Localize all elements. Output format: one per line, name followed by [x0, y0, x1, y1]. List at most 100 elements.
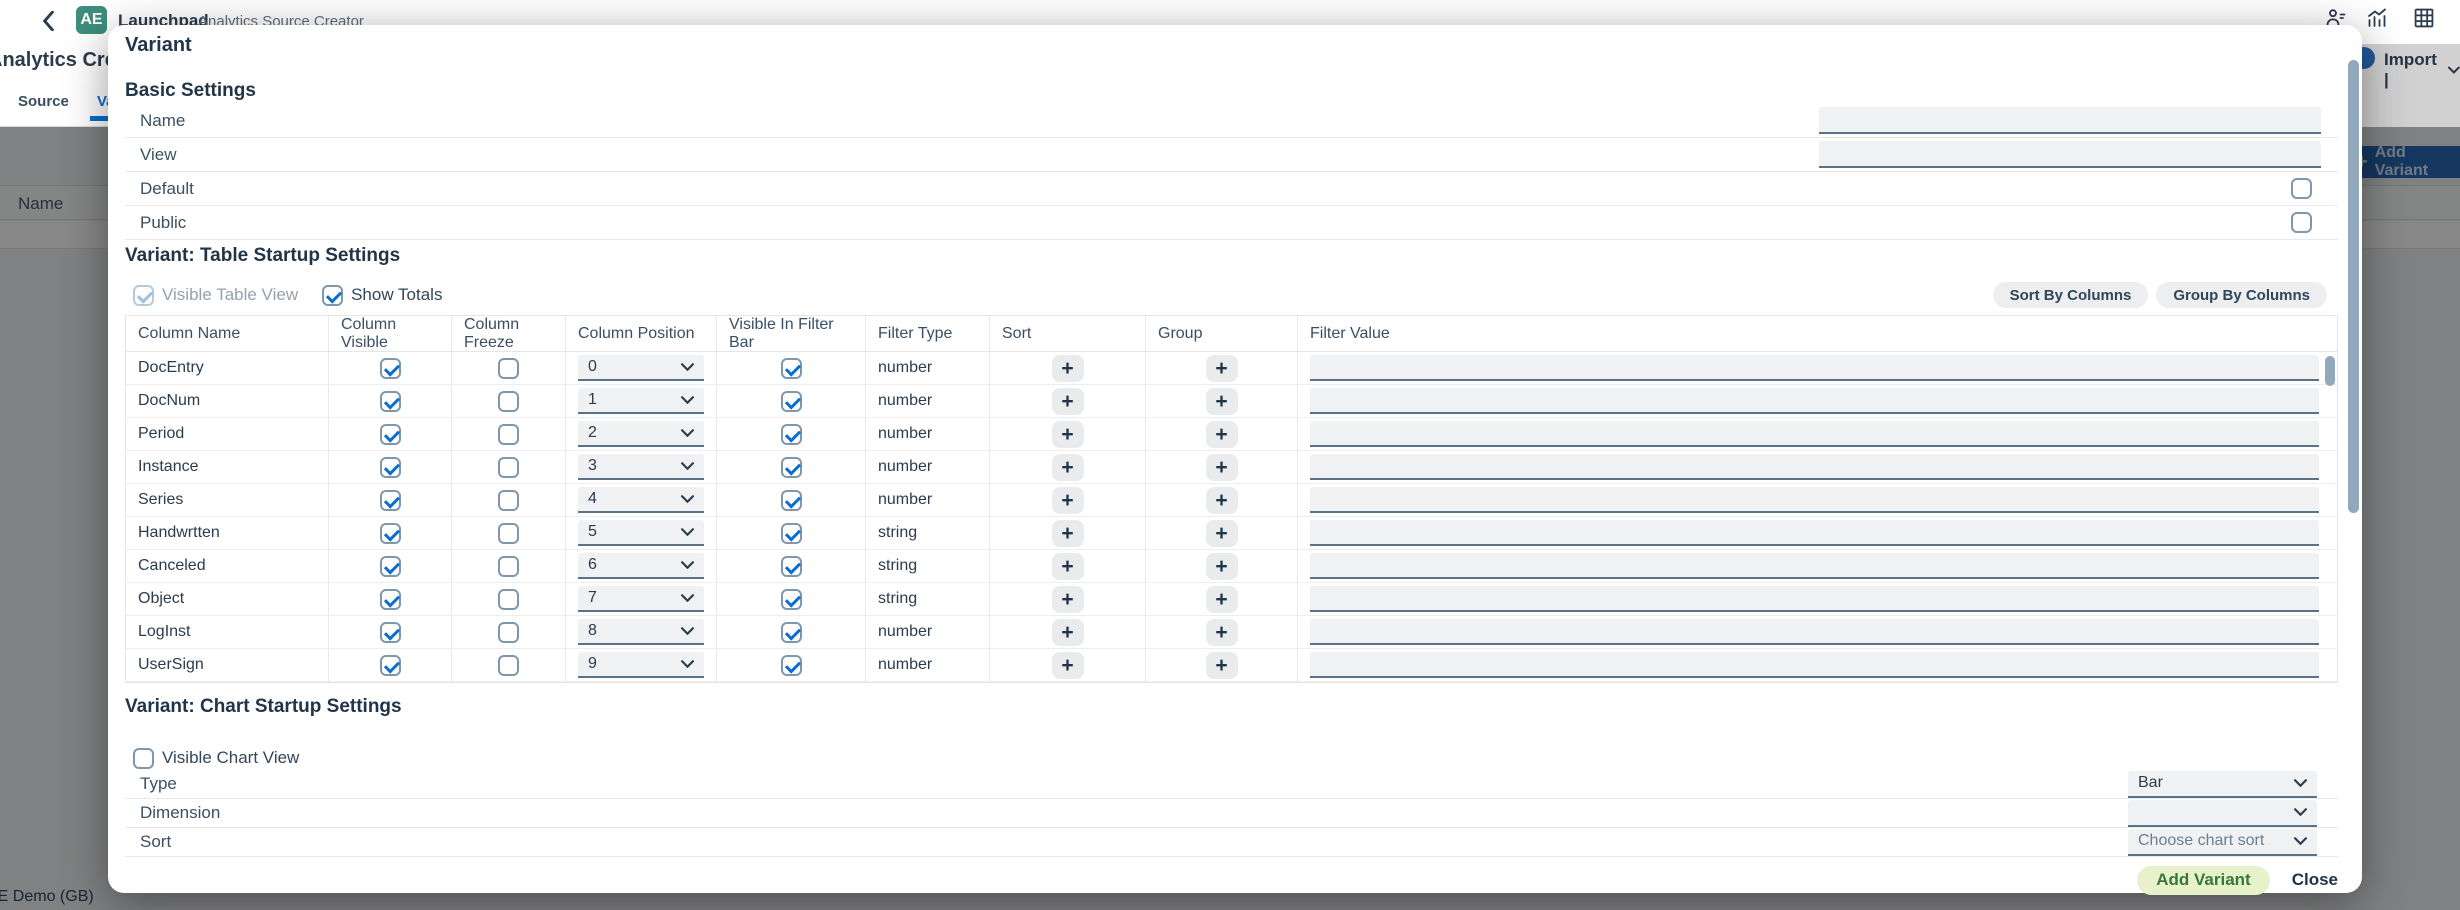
filter-value-input[interactable]	[1310, 652, 2319, 678]
filter-value-input[interactable]	[1310, 388, 2319, 414]
column-position-select[interactable]: 2	[578, 421, 704, 447]
visible-in-filter-bar-checkbox[interactable]	[781, 424, 802, 445]
column-freeze-checkbox[interactable]	[498, 523, 519, 544]
column-visible-checkbox[interactable]	[380, 655, 401, 676]
add-sort-button[interactable]: +	[1052, 421, 1084, 448]
view-input[interactable]	[1819, 141, 2321, 168]
column-visible-checkbox[interactable]	[380, 556, 401, 577]
tab-source[interactable]: Source	[18, 93, 69, 110]
add-sort-button[interactable]: +	[1052, 553, 1084, 580]
column-visible-checkbox[interactable]	[380, 523, 401, 544]
column-position-select[interactable]: 8	[578, 619, 704, 645]
add-variant-button[interactable]: Add Variant	[2137, 866, 2269, 895]
visible-in-filter-bar-checkbox[interactable]	[781, 391, 802, 412]
chart-type-select[interactable]: Bar	[2128, 771, 2317, 798]
add-group-button[interactable]: +	[1206, 652, 1238, 679]
visible-in-filter-bar-checkbox[interactable]	[781, 358, 802, 379]
column-freeze-checkbox[interactable]	[498, 589, 519, 610]
add-group-button[interactable]: +	[1206, 520, 1238, 547]
add-sort-button[interactable]: +	[1052, 652, 1084, 679]
visible-in-filter-bar-checkbox[interactable]	[781, 556, 802, 577]
column-name-cell: LogInst	[138, 623, 190, 641]
col-header-visible-in-filter-bar: Visible In Filter Bar	[717, 316, 866, 351]
add-group-button[interactable]: +	[1206, 355, 1238, 382]
sort-by-columns-button[interactable]: Sort By Columns	[1993, 282, 2149, 308]
column-position-select[interactable]: 6	[578, 553, 704, 579]
public-checkbox[interactable]	[2291, 212, 2312, 233]
column-visible-checkbox[interactable]	[380, 622, 401, 643]
visible-in-filter-bar-checkbox[interactable]	[781, 655, 802, 676]
column-position-select[interactable]: 5	[578, 520, 704, 546]
column-position-select[interactable]: 9	[578, 652, 704, 678]
column-freeze-checkbox[interactable]	[498, 457, 519, 478]
filter-value-input[interactable]	[1310, 454, 2319, 480]
add-sort-button[interactable]: +	[1052, 388, 1084, 415]
chart-icon[interactable]	[2367, 8, 2387, 27]
column-position-select[interactable]: 0	[578, 355, 704, 381]
column-freeze-checkbox[interactable]	[498, 556, 519, 577]
column-freeze-checkbox[interactable]	[498, 391, 519, 412]
add-sort-button[interactable]: +	[1052, 454, 1084, 481]
name-input[interactable]	[1819, 107, 2321, 134]
visible-in-filter-bar-checkbox[interactable]	[781, 523, 802, 544]
column-freeze-checkbox[interactable]	[498, 490, 519, 511]
columns-table-header: Column Name Column Visible Column Freeze…	[126, 316, 2337, 352]
visible-chart-view-checkbox[interactable]	[133, 748, 154, 769]
column-position-select[interactable]: 1	[578, 388, 704, 414]
column-visible-checkbox[interactable]	[380, 391, 401, 412]
filter-value-input[interactable]	[1310, 421, 2319, 447]
add-group-button[interactable]: +	[1206, 586, 1238, 613]
close-button[interactable]: Close	[2292, 870, 2338, 890]
visible-in-filter-bar-checkbox[interactable]	[781, 622, 802, 643]
add-group-button[interactable]: +	[1206, 619, 1238, 646]
filter-value-input[interactable]	[1310, 619, 2319, 645]
column-freeze-checkbox[interactable]	[498, 622, 519, 643]
column-visible-checkbox[interactable]	[380, 457, 401, 478]
add-sort-button[interactable]: +	[1052, 619, 1084, 646]
visible-table-view-checkbox[interactable]	[133, 285, 154, 306]
column-visible-checkbox[interactable]	[380, 589, 401, 610]
chart-dimension-select[interactable]	[2128, 800, 2317, 827]
filter-value-input[interactable]	[1310, 355, 2319, 381]
filter-value-input[interactable]	[1310, 487, 2319, 513]
visible-in-filter-bar-checkbox[interactable]	[781, 457, 802, 478]
group-by-columns-button[interactable]: Group By Columns	[2156, 282, 2327, 308]
add-group-button[interactable]: +	[1206, 454, 1238, 481]
column-position-select[interactable]: 3	[578, 454, 704, 480]
filter-value-input[interactable]	[1310, 553, 2319, 579]
dialog-scrollbar-thumb[interactable]	[2348, 60, 2359, 513]
grid-icon[interactable]	[2414, 8, 2434, 27]
add-group-button[interactable]: +	[1206, 388, 1238, 415]
column-freeze-checkbox[interactable]	[498, 358, 519, 379]
add-group-button[interactable]: +	[1206, 487, 1238, 514]
chart-sort-select[interactable]: Choose chart sort	[2128, 829, 2317, 856]
add-sort-button[interactable]: +	[1052, 520, 1084, 547]
column-freeze-checkbox[interactable]	[498, 655, 519, 676]
table-row: Instance 3 number + +	[126, 451, 2337, 484]
add-group-button[interactable]: +	[1206, 421, 1238, 448]
add-sort-button[interactable]: +	[1052, 355, 1084, 382]
visible-in-filter-bar-checkbox[interactable]	[781, 490, 802, 511]
back-icon[interactable]	[42, 11, 56, 31]
chevron-down-icon	[681, 462, 694, 470]
table-scrollbar-thumb[interactable]	[2325, 356, 2335, 386]
column-position-select[interactable]: 7	[578, 586, 704, 612]
tab-variants[interactable]: Variants	[97, 93, 108, 110]
show-totals-checkbox[interactable]	[322, 285, 343, 306]
add-sort-button[interactable]: +	[1052, 586, 1084, 613]
column-visible-checkbox[interactable]	[380, 490, 401, 511]
filter-value-input[interactable]	[1310, 520, 2319, 546]
column-position-select[interactable]: 4	[578, 487, 704, 513]
chevron-down-icon	[681, 660, 694, 668]
column-visible-checkbox[interactable]	[380, 424, 401, 445]
filter-value-input[interactable]	[1310, 586, 2319, 612]
column-visible-checkbox[interactable]	[380, 358, 401, 379]
add-sort-button[interactable]: +	[1052, 487, 1084, 514]
column-freeze-checkbox[interactable]	[498, 424, 519, 445]
column-position-value: 0	[588, 358, 597, 376]
columns-table: Column Name Column Visible Column Freeze…	[125, 315, 2338, 683]
visible-in-filter-bar-checkbox[interactable]	[781, 589, 802, 610]
default-checkbox[interactable]	[2291, 178, 2312, 199]
app-logo[interactable]: AE	[76, 6, 107, 34]
add-group-button[interactable]: +	[1206, 553, 1238, 580]
